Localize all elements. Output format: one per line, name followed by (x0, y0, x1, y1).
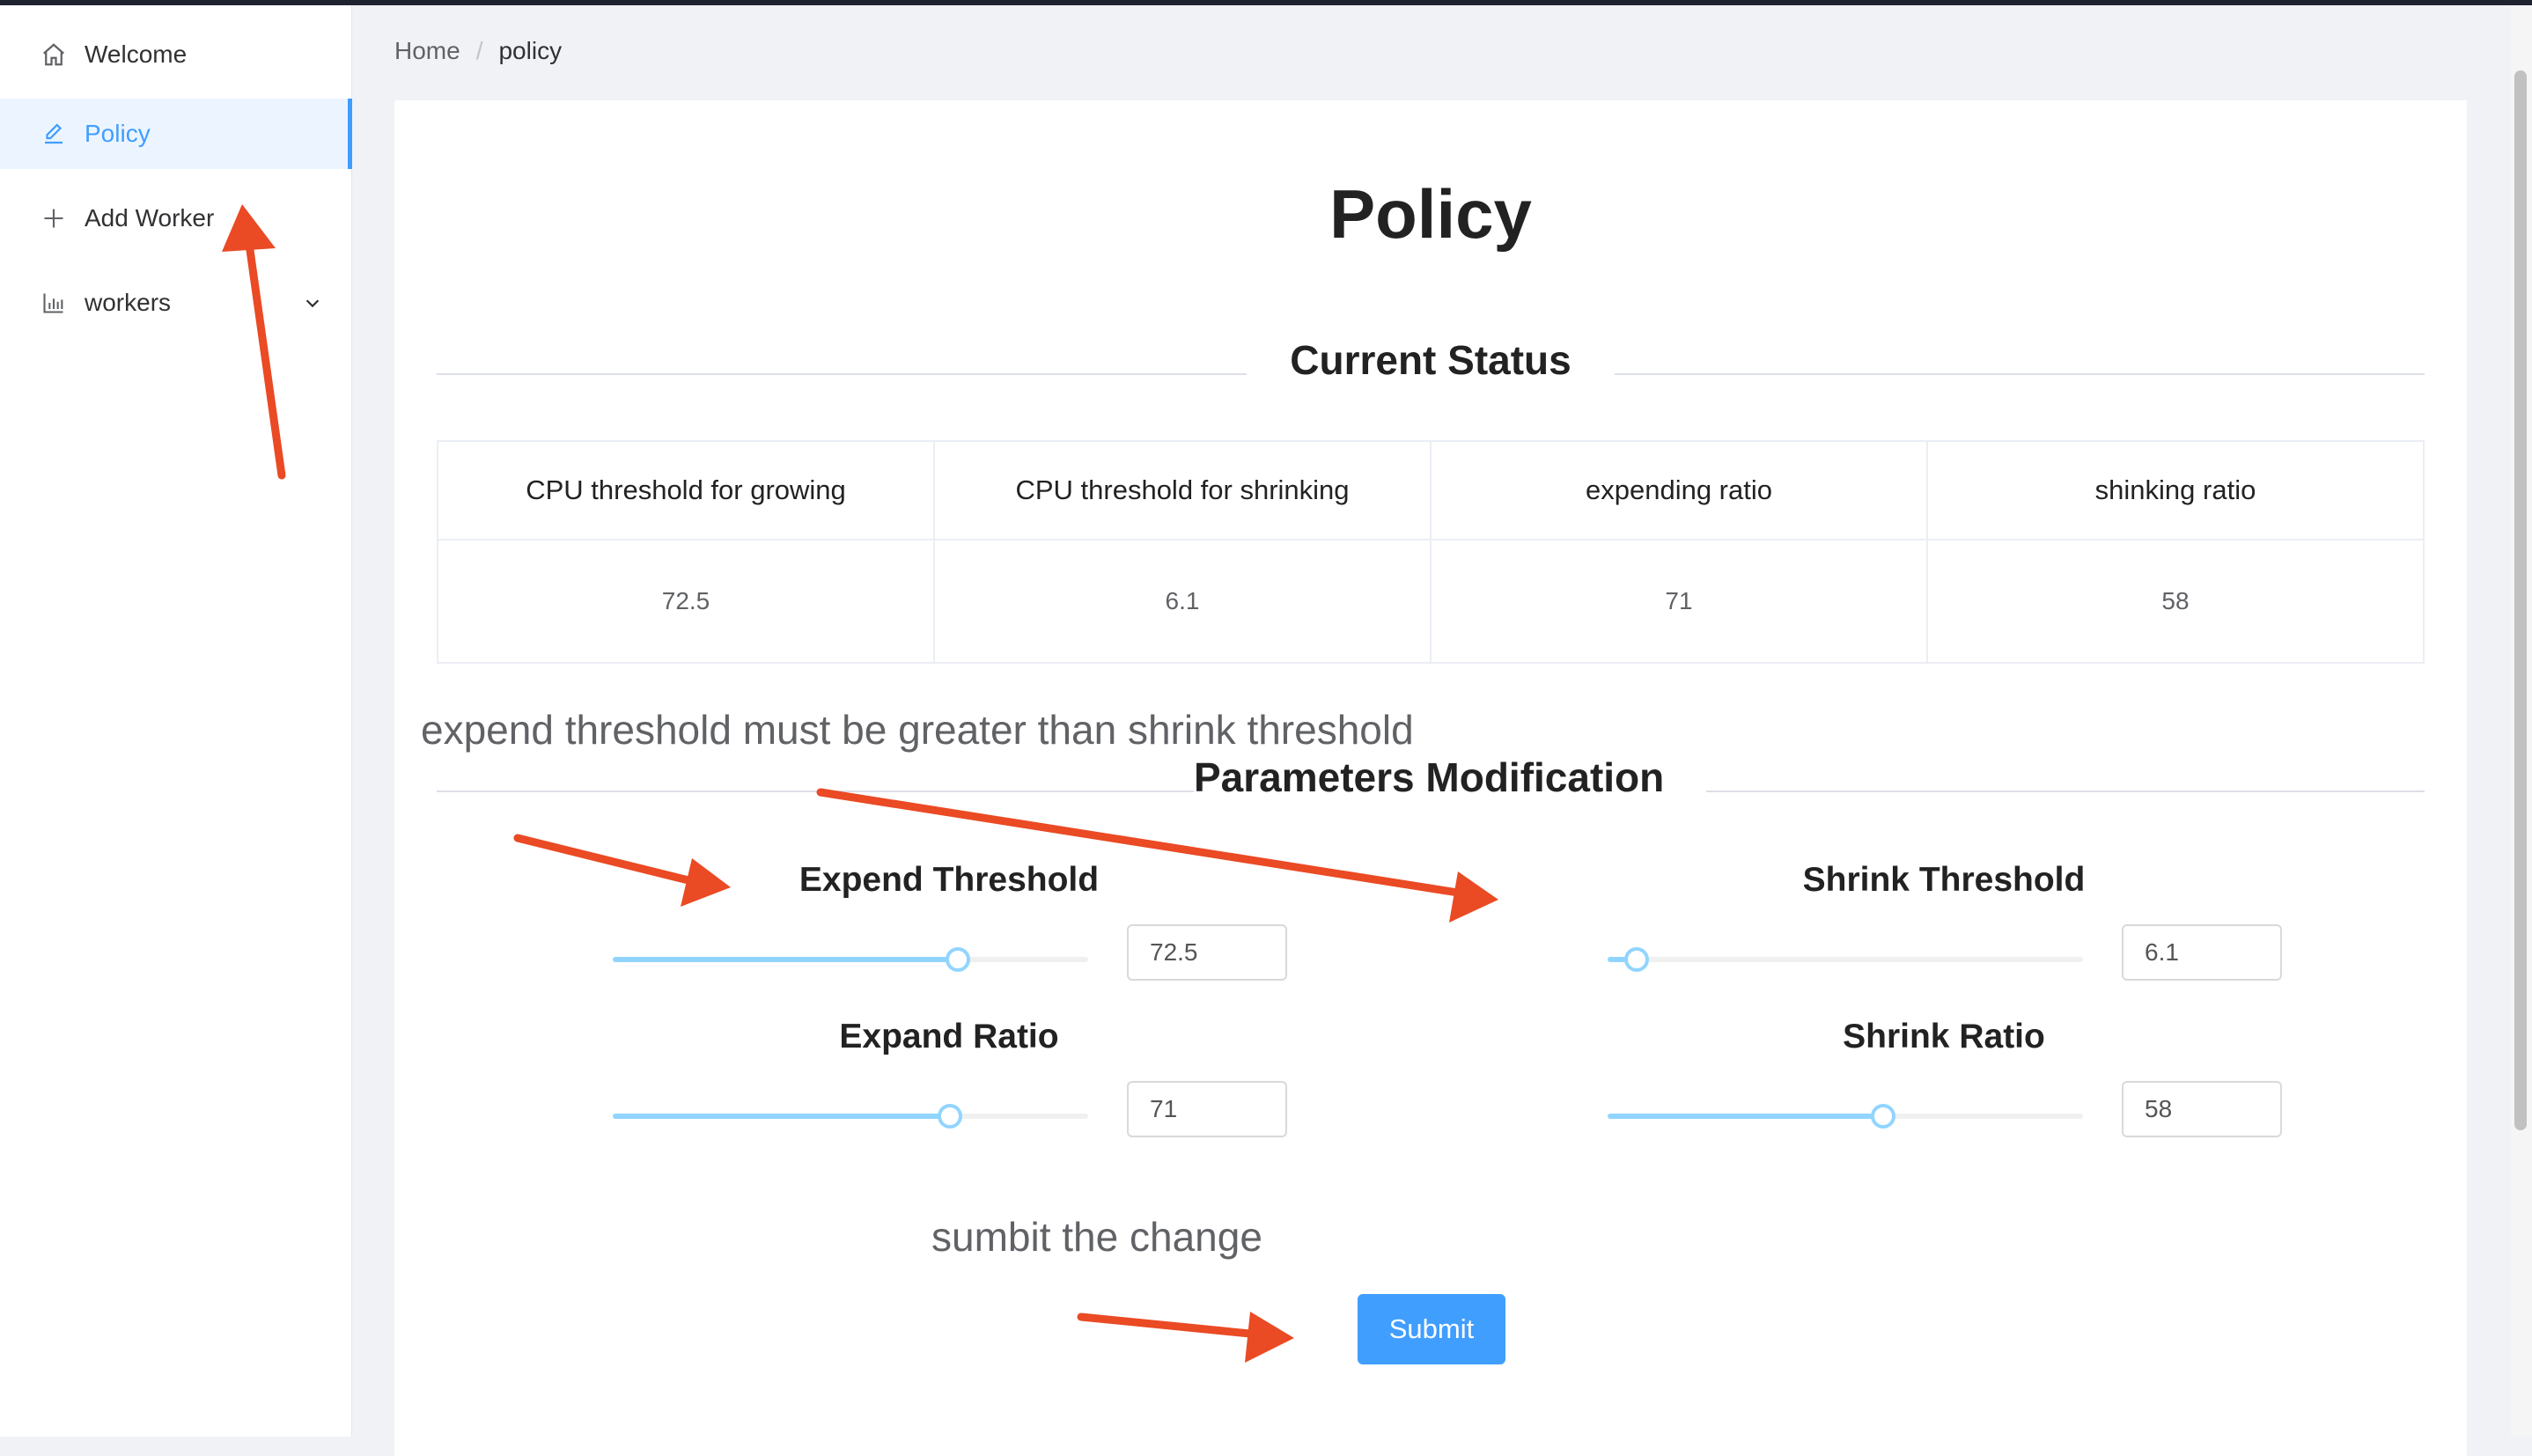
table-cell: 58 (1926, 539, 2425, 664)
submit-hint-text: sumbit the change (931, 1214, 1262, 1260)
table-header-cell: CPU threshold for growing (437, 440, 935, 540)
submit-button[interactable]: Submit (1358, 1294, 1505, 1364)
sidebar-item-add-worker[interactable]: Add Worker (0, 183, 352, 254)
chevron-down-icon[interactable] (299, 290, 326, 316)
slider-track (1608, 1114, 1883, 1119)
breadcrumb-home[interactable]: Home (394, 37, 460, 65)
expand-ratio-label: Expand Ratio (839, 1018, 1059, 1055)
sidebar-item-workers[interactable]: workers (0, 268, 352, 338)
sidebar-item-label: Policy (85, 120, 151, 147)
slider-handle[interactable] (1624, 947, 1649, 972)
shrink-ratio-label: Shrink Ratio (1843, 1018, 2045, 1055)
expend-threshold-label: Expend Threshold (799, 861, 1100, 899)
breadcrumb-current: policy (498, 37, 563, 64)
shrink-ratio-input[interactable] (2122, 1081, 2282, 1137)
expand-ratio-slider[interactable] (613, 1099, 1088, 1134)
scrollbar-thumb[interactable] (2514, 70, 2527, 1130)
parameters-modification-title: Parameters Modification (1194, 754, 1665, 800)
table-header-cell: shinking ratio (1926, 440, 2425, 540)
table-cell: 72.5 (437, 539, 935, 664)
shrink-ratio-slider[interactable] (1608, 1099, 2083, 1134)
sidebar-item-label: Add Worker (85, 204, 215, 232)
divider-left (437, 373, 1247, 375)
sidebar-item-welcome[interactable]: Welcome (0, 19, 352, 90)
page-title: Policy (1329, 175, 1532, 253)
breadcrumb: Home / policy (394, 37, 562, 65)
threshold-warning-text: expend threshold must be greater than sh… (421, 707, 1414, 753)
expend-threshold-input[interactable] (1127, 924, 1287, 981)
divider-left (437, 791, 1194, 792)
window-top-bar (0, 0, 2532, 5)
slider-track (613, 1114, 950, 1119)
sidebar-item-policy[interactable]: Policy (0, 99, 352, 169)
slider-handle[interactable] (946, 947, 970, 972)
page-scrollbar[interactable] (2511, 5, 2532, 1437)
table-row: 72.5 6.1 71 58 (437, 539, 2425, 664)
slider-rail[interactable] (1608, 957, 2083, 962)
status-table: CPU threshold for growing CPU threshold … (437, 440, 2425, 664)
slider-handle[interactable] (938, 1104, 962, 1129)
current-status-title: Current Status (1290, 337, 1571, 383)
table-cell: 6.1 (933, 539, 1432, 664)
expend-threshold-slider[interactable] (613, 942, 1088, 977)
table-header-row: CPU threshold for growing CPU threshold … (437, 440, 2425, 540)
table-header-cell: expending ratio (1430, 440, 1928, 540)
shrink-threshold-slider[interactable] (1608, 942, 2083, 977)
expand-ratio-input[interactable] (1127, 1081, 1287, 1137)
plus-icon (39, 203, 69, 233)
sidebar-item-label: workers (85, 289, 172, 316)
edit-icon (39, 119, 69, 149)
home-icon (39, 40, 69, 70)
divider-right (1706, 791, 2425, 792)
shrink-threshold-input[interactable] (2122, 924, 2282, 981)
slider-track (613, 957, 958, 962)
slider-handle[interactable] (1871, 1104, 1895, 1129)
main-card: Policy Current Status CPU threshold for … (394, 100, 2467, 1456)
bar-chart-icon (39, 288, 69, 318)
table-cell: 71 (1430, 539, 1928, 664)
breadcrumb-separator: / (475, 37, 483, 64)
sidebar: Welcome Policy Add Worker workers (0, 5, 352, 1437)
table-header-cell: CPU threshold for shrinking (933, 440, 1432, 540)
shrink-threshold-label: Shrink Threshold (1802, 861, 2086, 899)
divider-right (1615, 373, 2425, 375)
sidebar-item-label: Welcome (85, 40, 188, 68)
